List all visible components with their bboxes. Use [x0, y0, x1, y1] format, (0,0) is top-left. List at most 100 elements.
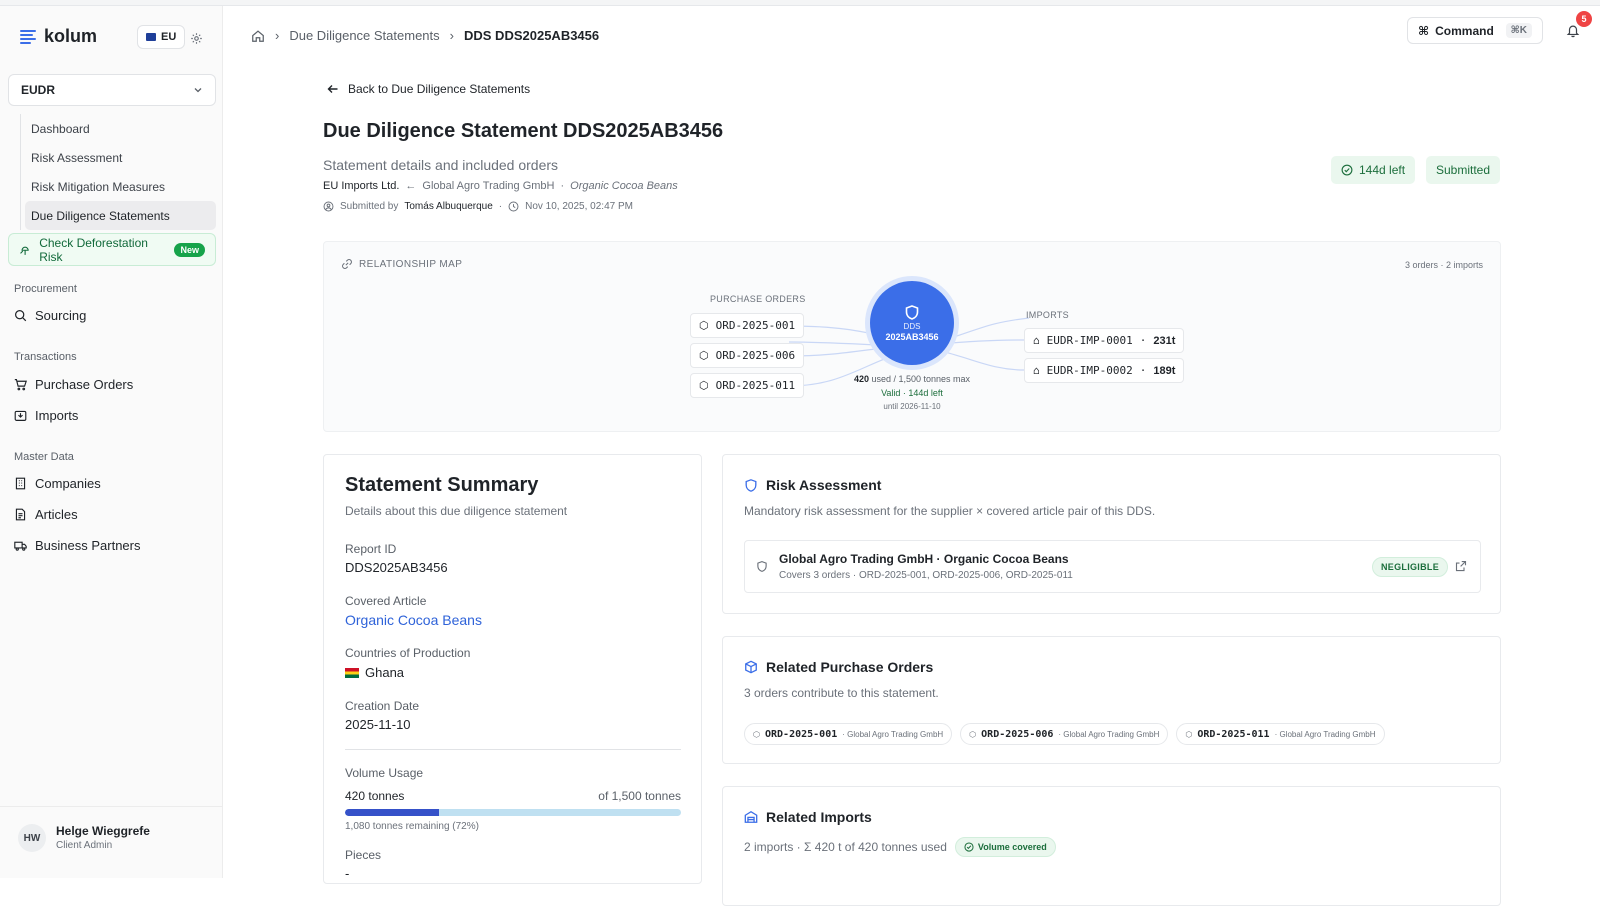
related-purchase-orders-card: Related Purchase Orders 3 orders contrib… [722, 636, 1501, 764]
module-subnav: Dashboard Risk Assessment Risk Mitigatio… [20, 114, 216, 230]
subnav-item-due-diligence-statements[interactable]: Due Diligence Statements [25, 201, 216, 230]
related-imports-title-label: Related Imports [766, 809, 872, 825]
hub-used-value: 420 [853, 374, 869, 384]
risk-assessment-title: Risk Assessment [744, 477, 881, 493]
volume-covered-label: Volume covered [977, 842, 1047, 852]
command-icon: ⌘ [1418, 23, 1430, 38]
subnav-label: Dashboard [31, 121, 90, 136]
box-icon: ⬡ [699, 379, 709, 392]
region-switcher[interactable]: EU [137, 25, 186, 49]
purchase-order-chip[interactable]: ⬡ ORD-2025-001 · Global Agro Trading GmbH [744, 723, 953, 745]
risk-level-badge: NEGLIGIBLE [1372, 557, 1449, 577]
country-value: Ghana [345, 665, 404, 680]
separator-dot: · [1139, 364, 1147, 377]
user-circle-icon [323, 201, 334, 212]
command-shortcut: ⌘K [1505, 23, 1532, 38]
map-meta: 3 orders · 2 imports [1404, 260, 1483, 270]
check-circle-icon [1341, 164, 1353, 176]
map-import-node[interactable]: ⌂ EUDR-IMP-0001 · 231t [1024, 328, 1185, 353]
map-title-label: RELATIONSHIP MAP [359, 258, 463, 270]
bell-icon[interactable] [1566, 23, 1580, 43]
command-palette-button[interactable]: ⌘ Command ⌘K [1407, 17, 1543, 44]
notification-count-badge: 5 [1576, 11, 1592, 27]
parties-line: EU Imports Ltd. ← Global Agro Trading Gm… [323, 180, 678, 192]
clock-icon [508, 201, 519, 212]
ghana-flag-icon [345, 668, 359, 678]
box-icon [745, 660, 757, 674]
dds-hub-node[interactable]: DDS 2025AB3456 [870, 281, 954, 365]
supplier-name: Global Agro Trading GmbH [422, 180, 555, 192]
map-import-node[interactable]: ⌂ EUDR-IMP-0002 · 189t [1024, 358, 1185, 383]
map-title: RELATIONSHIP MAP [341, 258, 462, 270]
status-badge: Submitted [1426, 156, 1501, 184]
brand-logo[interactable]: kolum [20, 26, 97, 47]
submitted-by-label: Submitted by [340, 201, 399, 212]
nav-label: Companies [35, 476, 101, 491]
shield-icon [905, 305, 919, 320]
tree-icon [20, 246, 29, 255]
imports-column-label: IMPORTS [1026, 310, 1069, 320]
map-order-node[interactable]: ⬡ ORD-2025-001 [690, 313, 805, 338]
risk-pair-name: Global Agro Trading GmbH · Organic Cocoa… [779, 552, 1069, 566]
document-icon [15, 508, 26, 521]
module-select[interactable]: EUDR [8, 74, 216, 106]
related-imports-title: Related Imports [744, 809, 872, 825]
related-imports-subtitle: 2 imports · Σ 420 t of 420 tonnes used V… [744, 837, 1056, 857]
warehouse-icon: ⌂ [1033, 334, 1040, 347]
external-link-icon[interactable] [1455, 560, 1467, 572]
warehouse-icon: ⌂ [1033, 364, 1040, 377]
volume-progress-fill [345, 809, 440, 816]
summary-subtitle: Details about this due diligence stateme… [345, 504, 568, 518]
nav-group-transactions: Transactions [14, 351, 77, 363]
article-name: Organic Cocoa Beans [570, 180, 678, 192]
subnav-item-risk-assessment[interactable]: Risk Assessment [25, 143, 216, 172]
nav-item-imports[interactable]: Imports [14, 408, 78, 423]
subnav-item-risk-mitigation[interactable]: Risk Mitigation Measures [25, 172, 216, 201]
back-link[interactable]: Back to Due Diligence Statements [327, 82, 530, 96]
risk-assessment-row[interactable]: Global Agro Trading GmbH · Organic Cocoa… [744, 540, 1481, 593]
box-icon: ⬡ [699, 319, 709, 332]
subnav-label: Due Diligence Statements [31, 208, 170, 223]
import-tons: 231t [1153, 334, 1176, 347]
separator-dot: · [498, 201, 503, 212]
nav-group-procurement: Procurement [14, 283, 77, 295]
user-role: Client Admin [56, 840, 113, 851]
nav-item-articles[interactable]: Articles [14, 507, 78, 522]
import-code: EUDR-IMP-0001 [1046, 334, 1133, 347]
po-code: ORD-2025-001 [764, 728, 838, 740]
subnav-item-dashboard[interactable]: Dashboard [25, 114, 216, 143]
chevron-down-icon [194, 88, 202, 93]
nav-item-purchase-orders[interactable]: Purchase Orders [14, 377, 133, 392]
breadcrumb-dds-list[interactable]: Due Diligence Statements [289, 28, 439, 43]
order-code: ORD-2025-011 [715, 379, 796, 392]
truck-icon [14, 541, 27, 551]
map-order-node[interactable]: ⬡ ORD-2025-011 [690, 373, 805, 398]
days-left-label: 144d left [1359, 163, 1406, 177]
related-pos-title-label: Related Purchase Orders [766, 659, 934, 675]
pieces-value: - [345, 866, 350, 881]
purchase-order-chip[interactable]: ⬡ ORD-2025-011 · Global Agro Trading GmbH [1176, 723, 1385, 745]
gear-icon[interactable] [190, 32, 203, 50]
po-code: ORD-2025-006 [981, 728, 1054, 740]
map-order-node[interactable]: ⬡ ORD-2025-006 [690, 343, 805, 368]
nav-group-master-data: Master Data [14, 451, 74, 463]
country-name: Ghana [365, 665, 405, 680]
order-code: ORD-2025-006 [715, 349, 796, 362]
page-subtitle: Statement details and included orders [323, 157, 559, 173]
covered-article-link[interactable]: Organic Cocoa Beans [345, 612, 482, 628]
kolum-logo-icon [20, 29, 36, 44]
related-pos-title: Related Purchase Orders [744, 659, 933, 675]
check-deforestation-risk-button[interactable]: Check Deforestation Risk New [8, 233, 216, 266]
home-icon[interactable] [251, 29, 265, 43]
box-icon: ⬡ [969, 729, 977, 739]
creation-date-label: Creation Date [345, 699, 420, 713]
purchase-order-chip[interactable]: ⬡ ORD-2025-006 · Global Agro Trading GmbH [960, 723, 1169, 745]
nav-item-companies[interactable]: Companies [14, 476, 101, 491]
po-partner: · Global Agro Trading GmbH [1058, 729, 1160, 739]
nav-item-sourcing[interactable]: Sourcing [14, 308, 86, 323]
new-badge: New [174, 242, 205, 257]
related-pos-subtitle: 3 orders contribute to this statement. [744, 686, 939, 700]
nav-item-business-partners[interactable]: Business Partners [14, 538, 141, 553]
separator-dot: · [1139, 334, 1147, 347]
user-menu[interactable]: HW Helge Wieggrefe Client Admin [0, 806, 223, 878]
